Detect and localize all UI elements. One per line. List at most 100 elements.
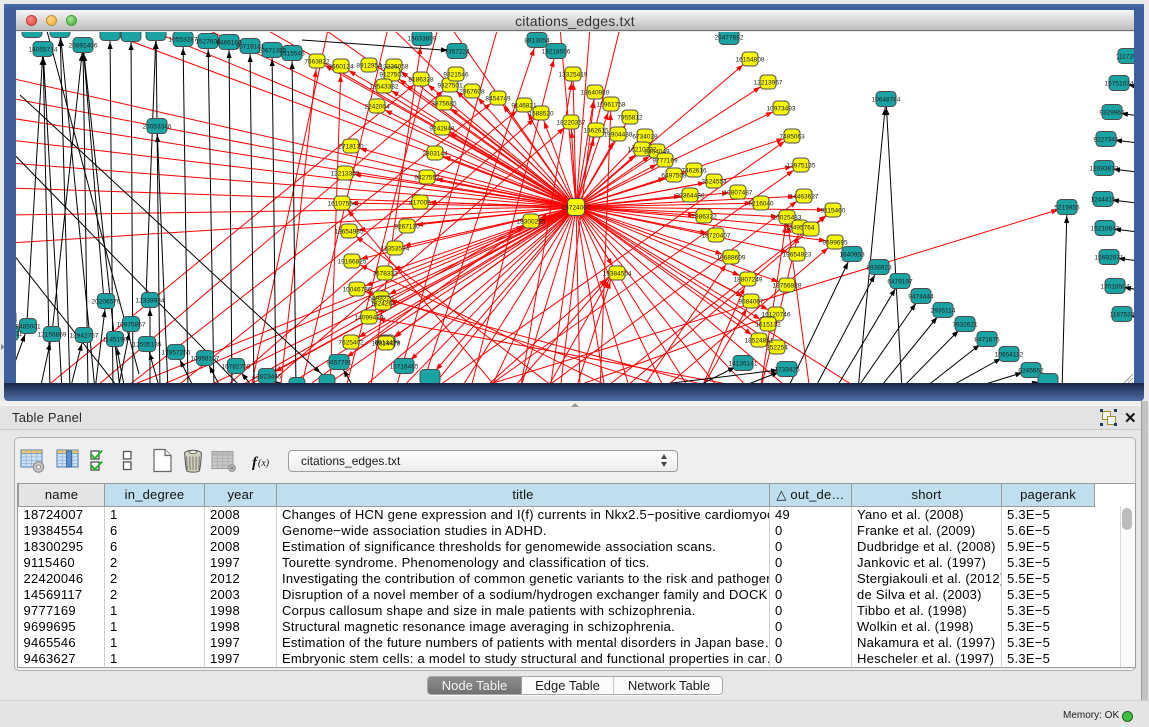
svg-text:14463627: 14463627 — [790, 194, 819, 201]
svg-text:17016504: 17016504 — [1101, 284, 1130, 291]
svg-text:2242004: 2242004 — [364, 104, 390, 111]
svg-text:16033809: 16033809 — [408, 36, 437, 43]
svg-text:19384554: 19384554 — [603, 271, 632, 278]
svg-text:8454049: 8454049 — [644, 149, 670, 156]
svg-text:6479197: 6479197 — [887, 279, 913, 286]
svg-text:18220357: 18220357 — [557, 120, 586, 127]
svg-text:252254: 252254 — [766, 345, 788, 352]
svg-text:6497508: 6497508 — [661, 173, 687, 180]
svg-text:10973493: 10973493 — [767, 106, 796, 113]
svg-text:9474444: 9474444 — [908, 294, 934, 301]
svg-text:9427552: 9427552 — [414, 175, 440, 182]
svg-text:10648784: 10648784 — [872, 97, 901, 104]
svg-text:18724007: 18724007 — [562, 205, 591, 212]
svg-text:15692971: 15692971 — [1095, 255, 1124, 262]
svg-text:16782759: 16782759 — [222, 364, 251, 371]
svg-text:2803144: 2803144 — [422, 151, 448, 158]
svg-text:9457791: 9457791 — [326, 360, 352, 367]
svg-text:18524851: 18524851 — [745, 338, 774, 345]
svg-text:14055714: 14055714 — [29, 47, 58, 54]
svg-text:16120746: 16120746 — [762, 312, 791, 319]
svg-text:16107554: 16107554 — [328, 201, 357, 208]
svg-text:10688609: 10688609 — [717, 255, 746, 262]
svg-text:14099489: 14099489 — [355, 315, 384, 322]
svg-text:(x): (x) — [258, 458, 270, 469]
svg-text:9115460: 9115460 — [821, 208, 846, 215]
svg-text:19166825: 19166825 — [338, 259, 367, 266]
svg-text:18495764: 18495764 — [786, 225, 815, 232]
svg-text:19654985: 19654985 — [335, 229, 364, 236]
svg-text:1615132: 1615132 — [755, 322, 781, 329]
svg-text:2867608: 2867608 — [459, 89, 485, 96]
svg-text:8471676: 8471676 — [974, 337, 1000, 344]
svg-text:9699695: 9699695 — [822, 240, 848, 247]
svg-text:9267130: 9267130 — [394, 224, 420, 231]
svg-text:9227341: 9227341 — [1093, 137, 1119, 144]
svg-text:11353594: 11353594 — [381, 246, 410, 253]
svg-text:1588520: 1588520 — [528, 111, 554, 118]
svg-text:9777169: 9777169 — [652, 158, 678, 165]
svg-text:13226058: 13226058 — [380, 64, 409, 71]
svg-text:1117202: 1117202 — [1116, 54, 1134, 61]
svg-text:6734028: 6734028 — [632, 134, 658, 141]
svg-text:9242848: 9242848 — [429, 126, 455, 133]
svg-text:8813054: 8813054 — [524, 38, 550, 45]
svg-text:2935114: 2935114 — [931, 308, 956, 315]
svg-text:12505135: 12505135 — [133, 342, 162, 349]
svg-text:9485001: 9485001 — [16, 324, 41, 331]
svg-text:19654923: 19654923 — [783, 252, 812, 259]
svg-text:8454749: 8454749 — [485, 96, 511, 103]
svg-text:12156869: 12156869 — [38, 332, 67, 339]
svg-text:20364436: 20364436 — [676, 193, 705, 200]
svg-text:20053346: 20053346 — [143, 124, 172, 131]
svg-text:7986322: 7986322 — [691, 214, 717, 221]
svg-text:16914479: 16914479 — [372, 341, 401, 348]
svg-text:10543382: 10543382 — [370, 84, 399, 91]
svg-text:9329966: 9329966 — [1099, 110, 1125, 117]
svg-text:20891406: 20891406 — [69, 43, 98, 50]
svg-text:18640910: 18640910 — [581, 90, 610, 97]
svg-text:15716485: 15716485 — [390, 364, 419, 371]
svg-text:12975135: 12975135 — [787, 163, 816, 170]
svg-text:12942757: 12942757 — [70, 333, 99, 340]
svg-text:13325419: 13325419 — [559, 72, 588, 79]
svg-text:3624554: 3624554 — [701, 179, 727, 186]
svg-text:1244415: 1244415 — [1090, 197, 1116, 204]
svg-text:19218506: 19218506 — [542, 49, 571, 56]
svg-text:8938923: 8938923 — [866, 265, 892, 272]
svg-text:10553287: 10553287 — [169, 37, 198, 44]
svg-text:20477682: 20477682 — [715, 35, 744, 42]
svg-text:10961758: 10961758 — [597, 102, 626, 109]
svg-text:9321546: 9321546 — [443, 72, 469, 79]
svg-text:15751074: 15751074 — [1105, 81, 1134, 88]
svg-text:3875685: 3875685 — [431, 101, 457, 108]
svg-text:10958107: 10958107 — [191, 356, 220, 363]
svg-text:8912954: 8912954 — [356, 63, 382, 70]
svg-text:7515546: 7515546 — [279, 51, 305, 58]
svg-text:12093872: 12093872 — [1090, 166, 1119, 173]
svg-text:14136141: 14136141 — [729, 361, 758, 368]
svg-text:18807249: 18807249 — [734, 277, 763, 284]
svg-text:7357224: 7357224 — [444, 49, 470, 56]
svg-text:16210643: 16210643 — [1091, 226, 1120, 233]
svg-text:417006: 417006 — [409, 200, 431, 207]
svg-text:17957255: 17957255 — [162, 350, 191, 357]
svg-text:7663822: 7663822 — [304, 59, 330, 66]
svg-text:3915311: 3915311 — [16, 331, 23, 338]
svg-text:7632621: 7632621 — [952, 322, 978, 329]
svg-text:19756928: 19756928 — [773, 283, 802, 290]
svg-text:2718170: 2718170 — [338, 144, 364, 151]
svg-text:7955812: 7955812 — [617, 115, 643, 122]
svg-text:1145190: 1145190 — [103, 337, 128, 344]
svg-text:7625402: 7625402 — [338, 340, 364, 347]
svg-text:7485063: 7485063 — [779, 134, 805, 141]
svg-text:1167533: 1167533 — [1110, 312, 1134, 319]
svg-text:10025433: 10025433 — [773, 215, 802, 222]
svg-text:5215955: 5215955 — [1054, 205, 1080, 212]
svg-text:9084067: 9084067 — [738, 299, 764, 306]
svg-text:9245652: 9245652 — [1018, 368, 1044, 375]
svg-text:18300295: 18300295 — [517, 219, 546, 226]
svg-text:10654112: 10654112 — [995, 352, 1024, 359]
svg-text:12823446: 12823446 — [253, 374, 282, 381]
svg-text:6216040: 6216040 — [748, 201, 774, 208]
